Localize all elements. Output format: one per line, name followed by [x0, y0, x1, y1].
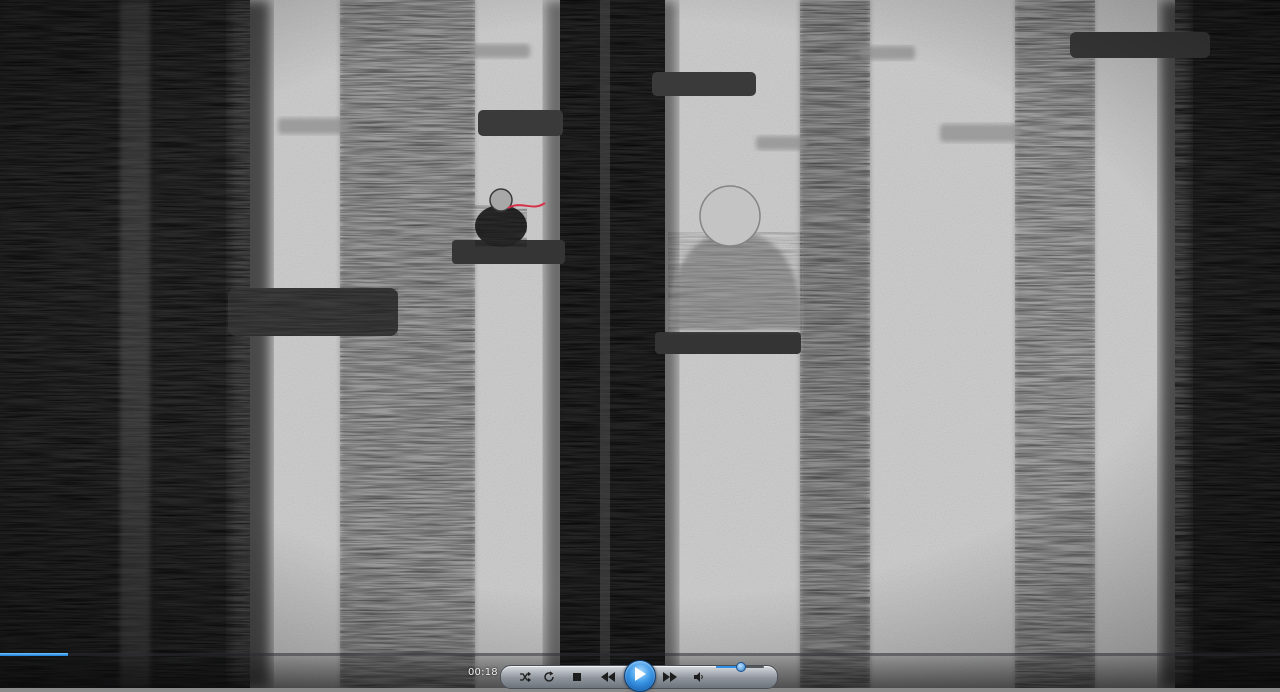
stop-button[interactable]	[567, 666, 587, 688]
speaker-icon	[693, 671, 705, 683]
shuffle-button[interactable]	[515, 666, 535, 688]
repeat-icon	[543, 671, 555, 683]
stop-icon	[572, 672, 582, 682]
elapsed-time: 00:18	[468, 667, 498, 678]
rewind-icon	[600, 672, 616, 682]
video-scene	[0, 0, 1280, 688]
next-button[interactable]	[657, 666, 683, 688]
player-controls: 00:18	[0, 656, 1280, 692]
play-button[interactable]	[624, 660, 656, 692]
mute-button[interactable]	[689, 666, 709, 688]
repeat-button[interactable]	[539, 666, 559, 688]
play-icon	[633, 666, 647, 686]
fast-forward-icon	[662, 672, 678, 682]
previous-button[interactable]	[595, 666, 621, 688]
volume-slider-thumb[interactable]	[736, 662, 746, 672]
volume-slider[interactable]	[716, 662, 764, 672]
video-frame[interactable]	[0, 0, 1280, 688]
shuffle-icon	[519, 671, 531, 683]
